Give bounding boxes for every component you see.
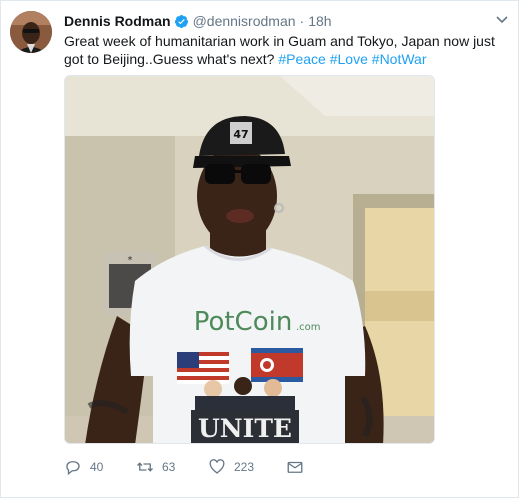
retweet-icon xyxy=(137,462,153,472)
author-handle[interactable]: @dennisrodman xyxy=(193,13,296,29)
like-count: 223 xyxy=(234,460,255,474)
like-icon xyxy=(209,459,225,474)
message-button[interactable] xyxy=(286,458,304,476)
hashtag-love[interactable]: #Love xyxy=(330,51,368,67)
shirt-brand-suffix: .com xyxy=(296,322,321,333)
tweet-text: Great week of humanitarian work in Guam … xyxy=(64,32,504,68)
like-button[interactable]: 223 xyxy=(208,458,286,476)
reply-icon xyxy=(66,461,80,476)
message-icon xyxy=(287,461,303,473)
retweet-button[interactable]: 63 xyxy=(136,458,208,476)
avatar[interactable] xyxy=(10,11,52,53)
verified-badge-icon xyxy=(174,14,188,28)
us-flag-graphic xyxy=(177,352,229,384)
author-name[interactable]: Dennis Rodman xyxy=(64,13,171,29)
shirt-slogan: UNITE xyxy=(198,414,292,443)
tweet-header: Dennis Rodman @dennisrodman · 18h xyxy=(64,12,332,30)
hashtag-notwar[interactable]: #NotWar xyxy=(372,51,427,67)
reply-button[interactable]: 40 xyxy=(64,458,136,476)
separator: · xyxy=(299,13,305,29)
tweet-actions: 40 63 223 xyxy=(64,458,304,476)
hashtag-peace[interactable]: #Peace xyxy=(278,51,325,67)
retweet-count: 63 xyxy=(162,460,176,474)
svg-text:*: * xyxy=(128,255,133,266)
reply-count: 40 xyxy=(90,460,104,474)
shirt-brand: PotCoin xyxy=(194,307,293,337)
tweet-photo[interactable]: * 47 PotCoin .com UNITE xyxy=(64,75,435,444)
cap-text: 47 xyxy=(233,128,248,141)
nk-flag-graphic xyxy=(251,348,303,382)
caret-down-icon[interactable] xyxy=(496,15,508,25)
tweet-time[interactable]: 18h xyxy=(308,13,331,29)
tweet-card: Dennis Rodman @dennisrodman · 18h Great … xyxy=(0,0,519,498)
